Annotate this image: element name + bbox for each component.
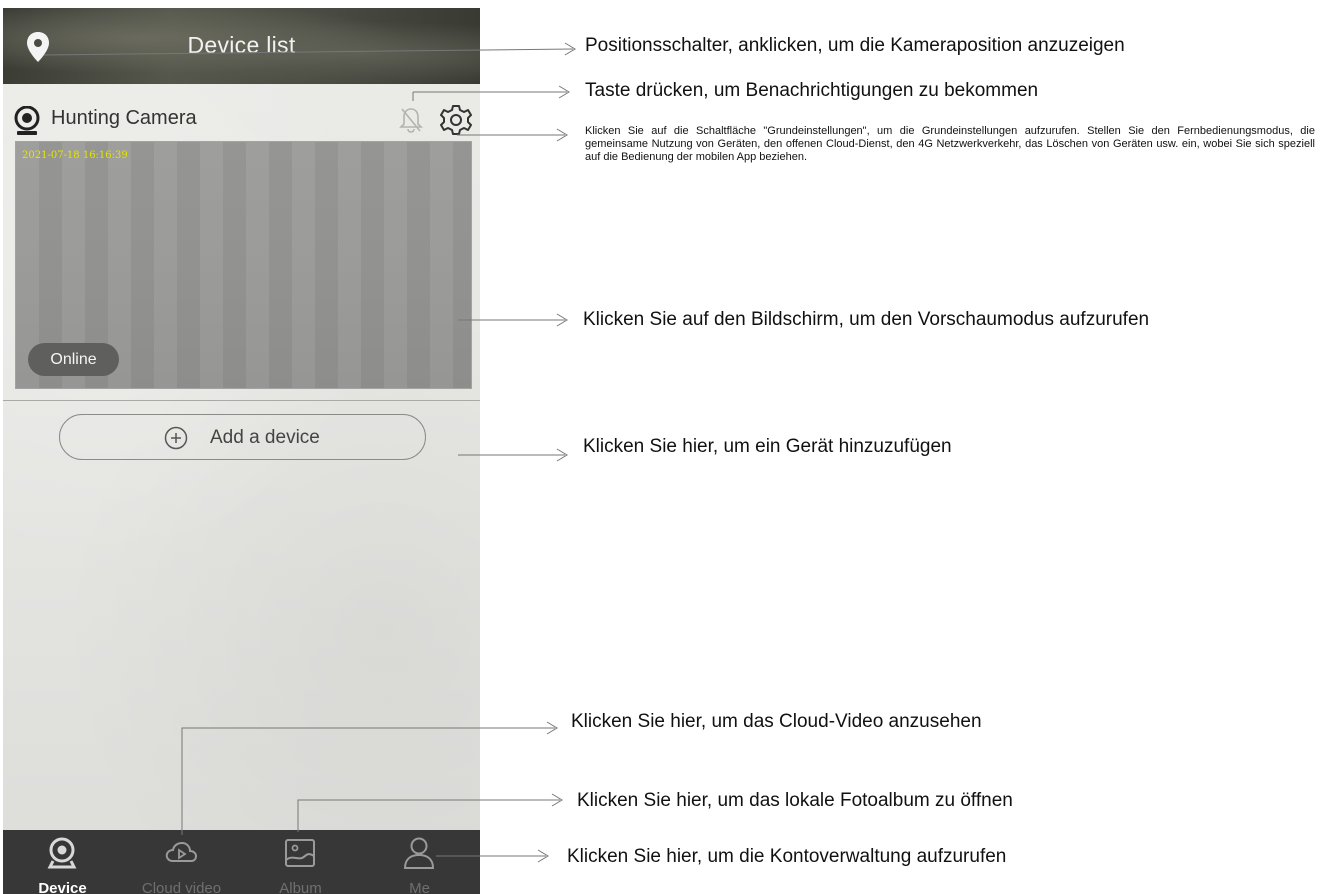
cloud-play-icon xyxy=(165,841,198,862)
annotation-settings: Klicken Sie auf die Schaltfläche "Grunde… xyxy=(585,125,1315,163)
tab-label-cloud-video: Cloud video xyxy=(141,880,222,894)
page-title: Device list xyxy=(187,32,296,58)
tab-label-album: Album xyxy=(279,880,322,894)
tab-device[interactable]: Device xyxy=(3,830,122,894)
add-device-label: Add a device xyxy=(210,427,320,448)
bottom-tab-bar: Device Cloud video Album Me xyxy=(3,830,480,894)
camera-preview[interactable]: 2021-07-18 16:16:39 Online xyxy=(15,141,472,389)
annotation-album: Klicken Sie hier, um das lokale Fotoalbu… xyxy=(577,790,1013,811)
annotation-account: Klicken Sie hier, um die Kontoverwaltung… xyxy=(567,846,1007,867)
bell-off-icon[interactable] xyxy=(399,106,423,134)
tab-label-me: Me xyxy=(409,880,430,894)
gear-icon[interactable] xyxy=(440,104,472,136)
annotation-add-device: Klicken Sie hier, um ein Gerät hinzuzufü… xyxy=(583,436,952,457)
add-device-button[interactable]: Add a device xyxy=(59,414,426,460)
app-header: Device list xyxy=(3,8,480,84)
annotation-notifications: Taste drücken, um Benachrichtigungen zu … xyxy=(585,80,1039,101)
status-badge: Online xyxy=(28,343,119,376)
tab-album[interactable]: Album xyxy=(241,830,360,894)
tab-label-device: Device xyxy=(38,880,87,894)
preview-timestamp: 2021-07-18 16:16:39 xyxy=(22,150,128,161)
plus-circle-icon xyxy=(164,426,188,450)
phone-screen: Device list Hunting Camera 2021-07-18 16… xyxy=(3,8,480,894)
divider xyxy=(3,400,480,401)
device-name: Hunting Camera xyxy=(51,107,197,129)
tab-me[interactable]: Me xyxy=(360,830,479,894)
annotation-cloud-video: Klicken Sie hier, um das Cloud-Video anz… xyxy=(571,711,982,732)
tab-cloud-video[interactable]: Cloud video xyxy=(122,830,241,894)
album-icon xyxy=(285,839,315,867)
device-row: Hunting Camera xyxy=(3,100,480,140)
webcam-icon xyxy=(14,106,40,135)
device-camera-icon xyxy=(47,837,77,869)
annotation-location: Positionsschalter, anklicken, um die Kam… xyxy=(585,35,1125,56)
person-icon xyxy=(403,837,435,869)
annotation-preview: Klicken Sie auf den Bildschirm, um den V… xyxy=(583,309,1150,330)
